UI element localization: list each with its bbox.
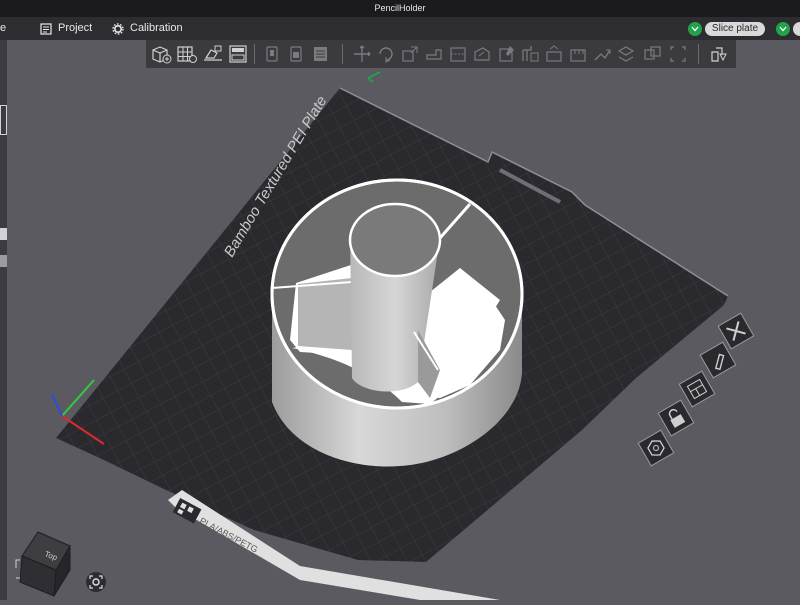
window-title-bar: PencilHolder [0,0,800,17]
print-dropdown-button[interactable] [776,22,790,36]
chevron-down-icon [779,23,787,35]
lock-icon[interactable] [657,399,695,437]
window-title: PencilHolder [374,3,426,13]
gear-icon [112,22,124,35]
pencil-holder-model[interactable] [270,178,524,467]
calibration-menu[interactable]: Calibration [112,17,183,40]
view-reset-button[interactable] [86,572,106,592]
selection-arrow-icon [367,71,381,83]
3d-viewport[interactable]: Bamboo Textured PEI Plate PLA/ABS/PETG [0,40,800,600]
focus-icon [86,575,106,596]
print-plate-button[interactable] [793,22,800,36]
project-menu-label: Project [58,22,93,34]
menu-bar: e Project Calibration Slice plate [0,17,800,40]
slice-dropdown-button[interactable] [688,22,702,36]
project-icon [40,22,52,35]
slice-controls: Slice plate [688,21,765,37]
plate-settings-icon[interactable] [637,429,675,467]
calibration-menu-label: Calibration [130,22,183,34]
print-controls [776,21,800,37]
navigation-cube[interactable]: Top [14,530,76,605]
file-menu-partial[interactable]: e [0,17,6,40]
arrange-plate-icon[interactable] [678,370,716,408]
project-menu[interactable]: Project [40,17,92,40]
chevron-down-icon [691,23,699,35]
slice-plate-button[interactable]: Slice plate [705,22,765,36]
file-menu-label: e [0,22,7,34]
